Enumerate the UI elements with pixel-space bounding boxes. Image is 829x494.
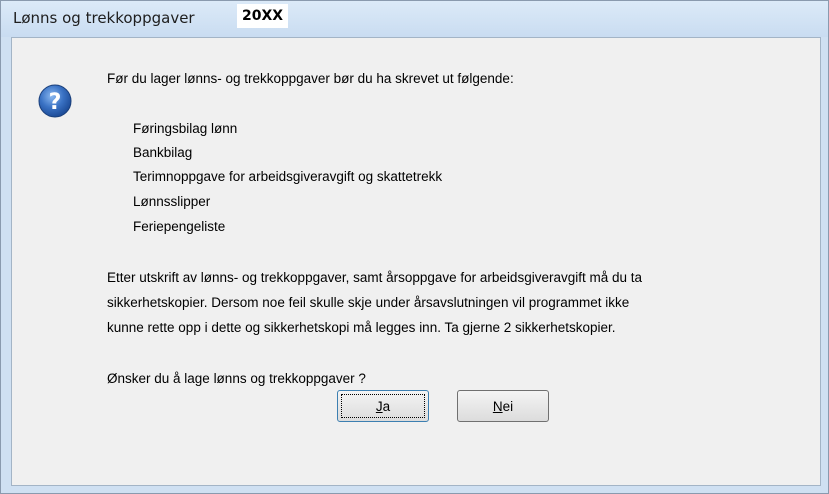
intro-text: Før du lager lønns- og trekkoppgaver bør… bbox=[107, 71, 514, 86]
focus-rectangle bbox=[341, 394, 425, 418]
paragraph-line: kunne rette opp i dette og sikkerhetskop… bbox=[107, 320, 616, 335]
no-button-label: Nei bbox=[493, 399, 513, 414]
paragraph-line: sikkerhetskopier. Dersom noe feil skulle… bbox=[107, 295, 630, 310]
list-item: Føringsbilag lønn bbox=[133, 121, 238, 136]
window-title: Lønns og trekkoppgaver bbox=[13, 9, 195, 27]
list-item: Bankbilag bbox=[133, 145, 193, 160]
paragraph-line: Etter utskrift av lønns- og trekkoppgave… bbox=[107, 270, 643, 285]
list-item: Lønnsslipper bbox=[133, 194, 211, 209]
no-button[interactable]: Nei bbox=[457, 390, 549, 422]
list-item: Terimnoppgave for arbeidsgiveravgift og … bbox=[133, 169, 443, 184]
list-item: Feriepengeliste bbox=[133, 219, 226, 234]
label-rest: ei bbox=[502, 398, 514, 414]
yes-button[interactable]: Ja bbox=[337, 390, 429, 422]
svg-text:?: ? bbox=[49, 90, 62, 115]
window-title-year: 20XX bbox=[237, 4, 289, 28]
accelerator-key: N bbox=[492, 398, 503, 414]
dialog-window: Lønns og trekkoppgaver 20XX ? Før du lag… bbox=[0, 0, 829, 494]
title-bar[interactable]: Lønns og trekkoppgaver 20XX bbox=[1, 1, 828, 37]
question-text: Ønsker du å lage lønns og trekkoppgaver … bbox=[107, 371, 366, 386]
question-mark-icon: ? bbox=[38, 84, 72, 118]
